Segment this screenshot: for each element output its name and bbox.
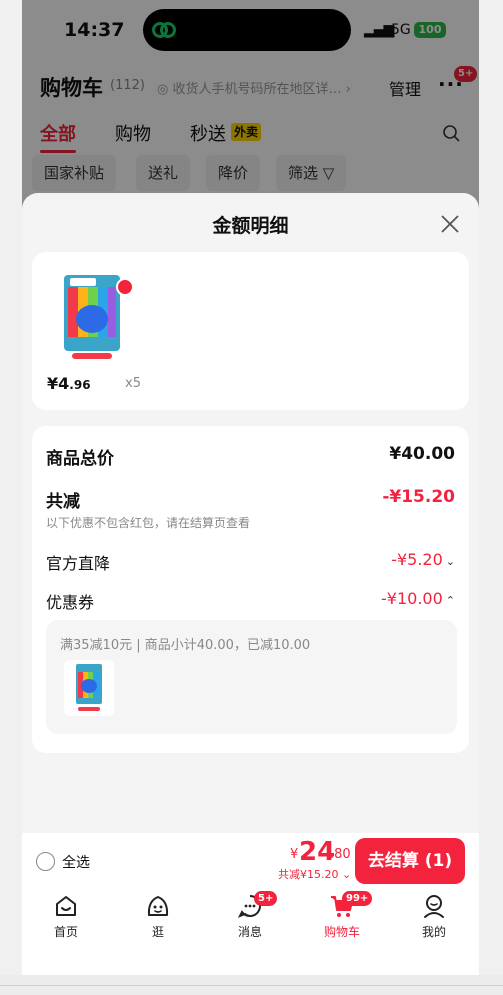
price-dec: .96 xyxy=(69,378,91,392)
discount-label: 共减 xyxy=(46,492,80,512)
nav-messages[interactable]: 5+ 消息 xyxy=(220,891,280,948)
price-symbol: ¥ xyxy=(47,374,59,393)
nav-cart-label: 购物车 xyxy=(323,925,360,939)
saved-text: 共减¥15.20 xyxy=(278,868,339,881)
coupon-value: -¥10.00 xyxy=(381,589,443,608)
nav-profile-label: 我的 xyxy=(421,925,446,939)
chevron-down-icon: ⌄ xyxy=(445,555,455,568)
total-symbol: ¥ xyxy=(290,847,299,862)
nav-browse-label: 逛 xyxy=(151,925,164,939)
coupon-label: 优惠券 xyxy=(46,593,95,612)
chevron-down-icon: ⌄ xyxy=(338,868,352,881)
screen: 14:37 ▂▄▆ 5G 100 购物车 (112) ◎ 收货人手机号码所在地区… xyxy=(0,0,503,995)
coupon-product-thumbnail xyxy=(64,660,114,716)
product-image[interactable] xyxy=(62,273,122,363)
profile-icon xyxy=(424,895,444,918)
official-discount-value: -¥5.20 xyxy=(391,550,443,569)
nav-home[interactable]: 首页 xyxy=(36,893,96,948)
product-price: ¥4.96 xyxy=(47,374,91,393)
select-all-label[interactable]: 全选 xyxy=(62,852,90,872)
select-all-radio[interactable] xyxy=(36,852,55,871)
nav-home-label: 首页 xyxy=(53,925,78,939)
sheet-title: 金额明细 xyxy=(212,215,289,237)
total-value: ¥40.00 xyxy=(389,444,455,464)
coupon-row[interactable]: -¥10.00 ⌃ xyxy=(381,589,455,608)
cart-badge: 99+ xyxy=(342,891,373,906)
saved-amount[interactable]: 共减¥15.20 ⌄ xyxy=(278,866,351,882)
official-discount-label: 官方直降 xyxy=(46,554,111,573)
selected-check-icon xyxy=(116,278,134,296)
discount-value: -¥15.20 xyxy=(382,487,455,507)
official-discount-row[interactable]: -¥5.20 ⌄ xyxy=(391,550,455,569)
phone-screen: 14:37 ▂▄▆ 5G 100 购物车 (112) ◎ 收货人手机号码所在地区… xyxy=(22,0,479,995)
close-icon[interactable] xyxy=(439,213,461,235)
browse-face-icon xyxy=(147,896,169,916)
product-card: ¥4.96 x5 xyxy=(32,252,469,410)
coupon-detail-box: 满35减10元 | 商品小计40.00，已减10.00 xyxy=(46,620,457,734)
nav-messages-label: 消息 xyxy=(237,925,262,939)
chevron-up-icon: ⌃ xyxy=(445,594,455,607)
product-quantity: x5 xyxy=(125,376,141,391)
home-icon xyxy=(56,896,76,916)
divider xyxy=(0,985,503,986)
coupon-detail-text: 满35减10元 | 商品小计40.00，已减10.00 xyxy=(60,638,311,653)
checkout-button[interactable]: 去结算 (1) xyxy=(355,838,465,884)
price-breakdown-card: 商品总价 ¥40.00 共减 -¥15.20 以下优惠不包含红包，请在结算页查看… xyxy=(32,426,469,753)
total-dec: .80 xyxy=(330,847,351,862)
nav-cart[interactable]: 99+ 购物车 xyxy=(312,891,373,948)
price-int: 4 xyxy=(58,374,70,393)
nav-browse[interactable]: 逛 xyxy=(128,893,188,948)
discount-note: 以下优惠不包含红包，请在结算页查看 xyxy=(46,516,251,530)
nav-profile[interactable]: 我的 xyxy=(404,893,464,948)
bottom-bar: 全选 ¥ 24 .80 共减¥15.20 ⌄ 去结算 (1) 首页 逛 5+ 消… xyxy=(22,833,479,995)
messages-badge: 5+ xyxy=(254,891,278,906)
total-label: 商品总价 xyxy=(46,449,114,469)
